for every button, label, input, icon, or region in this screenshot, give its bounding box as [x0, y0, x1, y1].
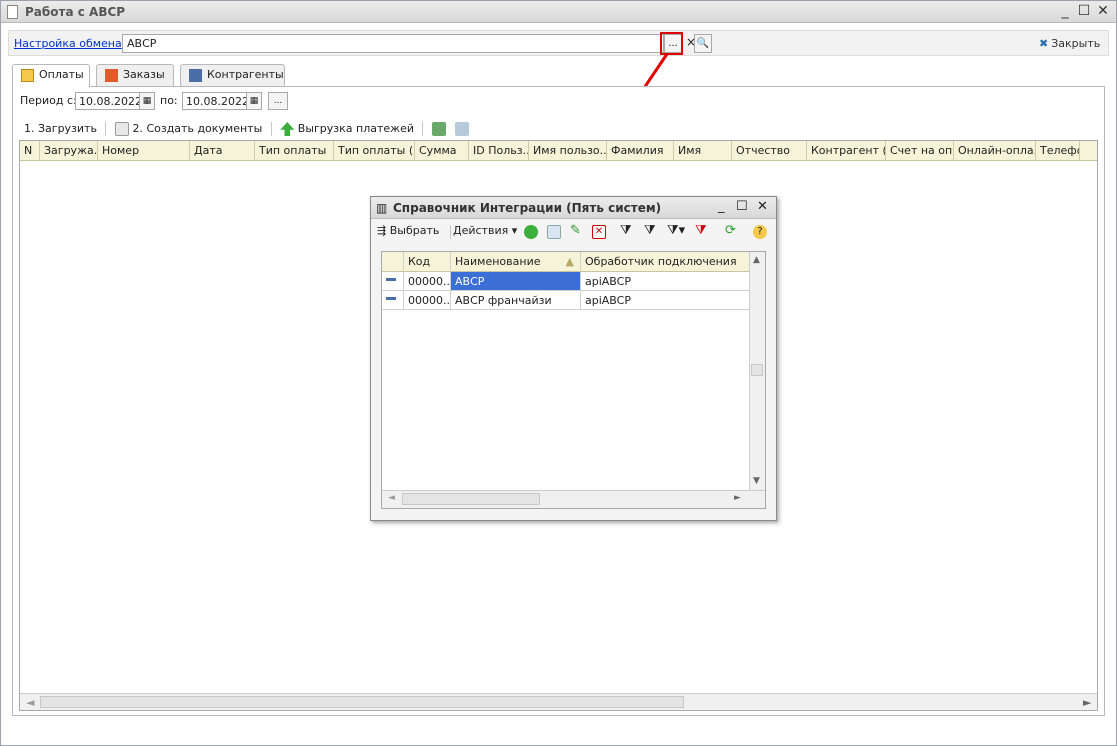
grid-column-header[interactable]: Счет на оп...: [886, 141, 954, 160]
grid-column-header[interactable]: Фамилия: [607, 141, 674, 160]
help-icon[interactable]: ?: [753, 225, 767, 239]
copy-icon[interactable]: [455, 122, 470, 136]
table-row[interactable]: 00000... АВСР франчайзи apiABCP: [382, 291, 749, 310]
grid-column-header[interactable]: Сумма: [415, 141, 469, 160]
sort-ascending-icon: ▲: [565, 255, 574, 268]
filter-icon[interactable]: ⧩: [620, 223, 632, 238]
period-select-button[interactable]: ...: [268, 92, 288, 110]
dialog-horizontal-scrollbar[interactable]: ◄ ►: [382, 490, 765, 508]
dialog-grid-header: Код Наименование ▲ Обработчик подключения: [382, 252, 749, 272]
select-icon: ⇶: [377, 224, 387, 237]
export-payments-button[interactable]: Выгрузка платежей: [298, 122, 414, 135]
filter-selected-icon[interactable]: ⧩: [644, 223, 656, 238]
scroll-down-icon[interactable]: ▼: [753, 476, 760, 486]
row-marker-icon: [382, 291, 404, 309]
header-code[interactable]: Код: [404, 252, 451, 270]
document-icon: [114, 122, 129, 136]
cell-handler: apiABCP: [585, 294, 631, 307]
vertical-scrollbar[interactable]: ▲ ▼: [749, 252, 765, 490]
table-row[interactable]: 00000... АВСР apiABCP: [382, 272, 749, 291]
cell-name: АВСР: [451, 272, 581, 290]
grid-column-header[interactable]: Номер: [98, 141, 190, 160]
scroll-thumb[interactable]: [402, 493, 540, 505]
header-name[interactable]: Наименование ▲: [451, 252, 581, 270]
separator: [270, 122, 272, 136]
horizontal-scrollbar[interactable]: ◄ ►: [20, 693, 1097, 710]
grid-column-header[interactable]: Загружа...: [40, 141, 98, 160]
separator: [422, 122, 424, 136]
dialog-title: Справочник Интеграции (Пять систем): [393, 201, 662, 215]
main-toolbar: 1. Загрузить 2. Создать документы Выгруз…: [20, 120, 470, 138]
scroll-up-icon[interactable]: ▲: [753, 255, 760, 265]
cell-name: АВСР франчайзи: [451, 291, 581, 309]
grid-column-header[interactable]: Тип оплаты (I...: [334, 141, 415, 160]
clear-filter-icon[interactable]: ⧩: [695, 223, 707, 238]
row-marker-icon: [382, 272, 404, 290]
cell-handler: apiABCP: [585, 275, 631, 288]
table-icon: ▥: [376, 201, 388, 215]
tab-contractors[interactable]: Контрагенты: [180, 64, 285, 86]
refresh-icon[interactable]: ⟳: [725, 223, 736, 238]
scroll-right-icon[interactable]: ►: [1083, 696, 1091, 709]
scroll-thumb[interactable]: [751, 364, 763, 376]
grid-column-header[interactable]: Контрагент (...: [807, 141, 886, 160]
integration-dialog: ▥ Справочник Интеграции (Пять систем) _ …: [370, 196, 777, 521]
upload-arrow-icon: [280, 122, 295, 136]
tab-payments[interactable]: Оплаты: [12, 64, 90, 87]
period-to-label: по:: [160, 94, 178, 107]
select-all-icon[interactable]: [431, 122, 446, 136]
payments-icon: [21, 69, 34, 82]
edit-icon[interactable]: ✎: [570, 223, 581, 238]
select-toolbar-button[interactable]: ⇶ Выбрать: [377, 224, 439, 237]
period-from-label: Период с:: [20, 94, 77, 107]
add-icon[interactable]: [524, 225, 538, 239]
grid-column-header[interactable]: Имя пользо...: [529, 141, 607, 160]
dialog-title-bar: ▥ Справочник Интеграции (Пять систем) _ …: [371, 197, 776, 219]
integration-grid[interactable]: Код Наименование ▲ Обработчик подключения…: [381, 251, 766, 509]
grid-column-header[interactable]: Тип оплаты: [255, 141, 334, 160]
filter-menu-icon[interactable]: ⧩▾: [667, 223, 685, 238]
grid-column-header[interactable]: ID Польз...: [469, 141, 529, 160]
separator: [105, 122, 107, 136]
grid-header: NЗагружа...НомерДатаТип оплатыТип оплаты…: [20, 141, 1097, 161]
scroll-thumb[interactable]: [40, 696, 684, 708]
grid-column-header[interactable]: Дата: [190, 141, 255, 160]
dialog-toolbar: ⇶ Выбрать Действия ▾ ✎ ✕ ⧩ ⧩ ⧩▾ ⧩ ⟳ ?: [373, 221, 774, 243]
copy-icon[interactable]: [547, 225, 561, 239]
cell-code: 00000...: [404, 291, 451, 309]
maximize-icon[interactable]: ☐: [736, 199, 748, 214]
orders-icon: [105, 69, 118, 82]
scroll-left-icon[interactable]: ◄: [388, 493, 395, 503]
tab-orders[interactable]: Заказы: [96, 64, 174, 86]
grid-column-header[interactable]: N: [20, 141, 40, 160]
header-marker: [382, 252, 404, 270]
separator: [450, 225, 451, 239]
calendar-to-icon[interactable]: ▦: [246, 92, 262, 110]
scroll-right-icon[interactable]: ►: [734, 493, 741, 503]
create-documents-button[interactable]: 2. Создать документы: [132, 122, 262, 135]
grid-column-header[interactable]: Отчество: [732, 141, 807, 160]
load-button[interactable]: 1. Загрузить: [24, 122, 97, 135]
header-handler[interactable]: Обработчик подключения: [581, 252, 749, 270]
actions-menu[interactable]: Действия ▾: [453, 224, 517, 237]
contractors-icon: [189, 69, 202, 82]
grid-column-header[interactable]: Онлайн-опла...: [954, 141, 1036, 160]
calendar-from-icon[interactable]: ▦: [139, 92, 155, 110]
dropdown-arrow-icon: ▾: [511, 224, 518, 237]
close-icon[interactable]: ✕: [757, 199, 768, 214]
scroll-left-icon[interactable]: ◄: [26, 696, 34, 709]
cell-code: 00000...: [404, 272, 451, 290]
grid-column-header[interactable]: Имя: [674, 141, 732, 160]
delete-icon[interactable]: ✕: [592, 225, 606, 239]
grid-column-header[interactable]: Телефон: [1036, 141, 1080, 160]
minimize-icon[interactable]: _: [718, 199, 725, 214]
